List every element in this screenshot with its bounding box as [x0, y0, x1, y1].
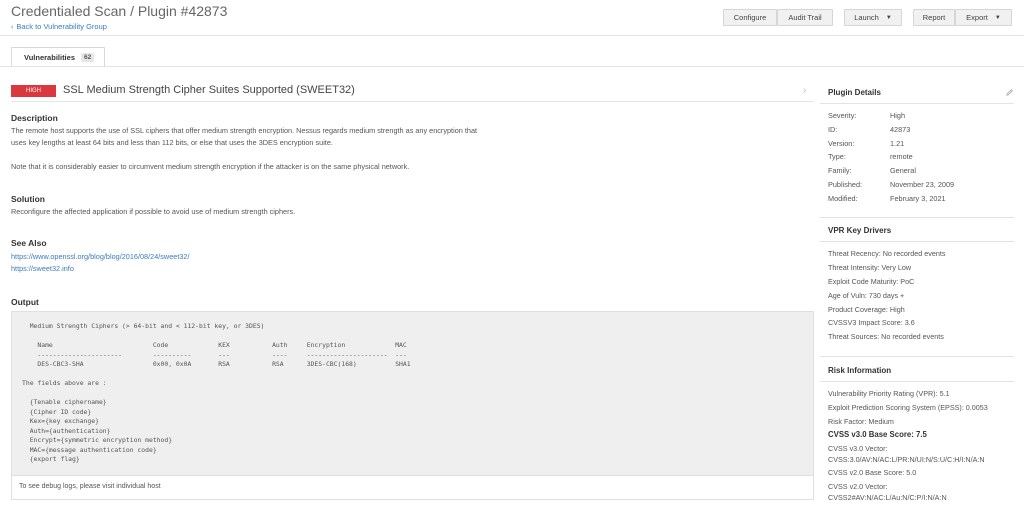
back-link-label: Back to Vulnerability Group — [16, 22, 107, 31]
detail-key: Type: — [828, 152, 846, 161]
plugin-details-heading: Plugin Details — [828, 88, 881, 97]
cvss3-base-score: CVSS v3.0 Base Score: 7.5 — [828, 430, 927, 439]
detail-value: 1.21 — [890, 139, 905, 148]
sidebar-divider — [820, 217, 1014, 218]
chevron-right-icon[interactable]: › — [803, 85, 806, 96]
export-label: Export — [966, 13, 988, 22]
header-divider — [0, 35, 1024, 36]
risk-factor: Risk Factor: Medium — [828, 417, 894, 426]
sidebar-divider — [820, 103, 1014, 104]
description-line-2: uses key lengths at least 64 bits and le… — [11, 138, 333, 147]
sidebar-divider — [820, 381, 1014, 382]
debug-logs-note: To see debug logs, please visit individu… — [19, 483, 161, 490]
output-footer: To see debug logs, please visit individu… — [11, 476, 814, 500]
detail-key: Severity: — [828, 111, 857, 120]
launch-label: Launch — [854, 13, 879, 22]
detail-key: Published: — [828, 180, 863, 189]
detail-key: Family: — [828, 166, 852, 175]
title-divider — [11, 101, 814, 102]
plugin-title: SSL Medium Strength Cipher Suites Suppor… — [63, 84, 355, 96]
solution-heading: Solution — [11, 194, 45, 204]
sidebar-divider — [820, 356, 1014, 357]
detail-value: General — [890, 166, 916, 175]
detail-value: November 23, 2009 — [890, 180, 955, 189]
detail-value: 42873 — [890, 125, 911, 134]
back-to-vulnerability-group-link[interactable]: ‹ Back to Vulnerability Group — [11, 22, 107, 31]
caret-down-icon: ▼ — [885, 14, 892, 21]
tab-divider — [0, 66, 1024, 67]
report-button[interactable]: Report — [913, 9, 955, 26]
vpr-driver: Threat Sources: No recorded events — [828, 332, 944, 341]
see-also-link[interactable]: https://sweet32.info — [11, 264, 74, 273]
detail-key: ID: — [828, 125, 838, 134]
detail-value: remote — [890, 152, 913, 161]
see-also-heading: See Also — [11, 238, 47, 248]
count-badge: 62 — [81, 52, 95, 62]
solution-text: Reconfigure the affected application if … — [11, 207, 296, 216]
detail-value: February 3, 2021 — [890, 194, 946, 203]
cvss2-base-score: CVSS v2.0 Base Score: 5.0 — [828, 468, 917, 477]
see-also-link[interactable]: https://www.openssl.org/blog/blog/2016/0… — [11, 252, 190, 261]
vpr-driver: Threat Recency: No recorded events — [828, 249, 946, 258]
configure-button[interactable]: Configure — [723, 9, 777, 26]
vpr-rating: Vulnerability Priority Rating (VPR): 5.1 — [828, 389, 950, 398]
vpr-driver: Exploit Code Maturity: PoC — [828, 277, 915, 286]
description-line-3: Note that it is considerably easier to c… — [11, 162, 410, 171]
launch-button[interactable]: Launch ▼ — [844, 9, 902, 26]
vpr-driver: CVSSV3 Impact Score: 3.6 — [828, 318, 915, 327]
chevron-left-icon: ‹ — [11, 24, 14, 31]
vpr-driver: Age of Vuln: 730 days + — [828, 291, 905, 300]
page-title: Credentialed Scan / Plugin #42873 — [11, 3, 228, 19]
vpr-driver: Product Coverage: High — [828, 305, 905, 314]
description-line-1: The remote host supports the use of SSL … — [11, 126, 478, 135]
detail-key: Modified: — [828, 194, 858, 203]
pencil-icon[interactable] — [1005, 88, 1014, 97]
risk-information-heading: Risk Information — [828, 366, 892, 375]
caret-down-icon: ▼ — [994, 14, 1001, 21]
epss-score: Exploit Prediction Scoring System (EPSS)… — [828, 403, 988, 412]
cvss3-vector-label: CVSS v3.0 Vector: — [828, 444, 888, 453]
detail-key: Version: — [828, 139, 855, 148]
tab-label: Vulnerabilities — [24, 52, 75, 62]
tab-vulnerabilities[interactable]: Vulnerabilities 62 — [11, 47, 105, 66]
vpr-key-drivers-heading: VPR Key Drivers — [828, 226, 892, 235]
output-text: Medium Strength Ciphers (> 64-bit and < … — [22, 322, 411, 463]
detail-value: High — [890, 111, 906, 120]
cvss2-vector: CVSS2#AV:N/AC:L/Au:N/C:P/I:N/A:N — [828, 493, 947, 502]
cvss3-vector: CVSS:3.0/AV:N/AC:L/PR:N/UI:N/S:U/C:H/I:N… — [828, 455, 985, 464]
output-heading: Output — [11, 297, 39, 307]
vpr-driver: Threat Intensity: Very Low — [828, 263, 912, 272]
sidebar-divider — [820, 241, 1014, 242]
export-button[interactable]: Export ▼ — [955, 9, 1012, 26]
description-heading: Description — [11, 113, 58, 123]
audit-trail-button[interactable]: Audit Trail — [777, 9, 833, 26]
severity-badge: HIGH — [11, 85, 56, 97]
cvss2-vector-label: CVSS v2.0 Vector: — [828, 482, 888, 491]
